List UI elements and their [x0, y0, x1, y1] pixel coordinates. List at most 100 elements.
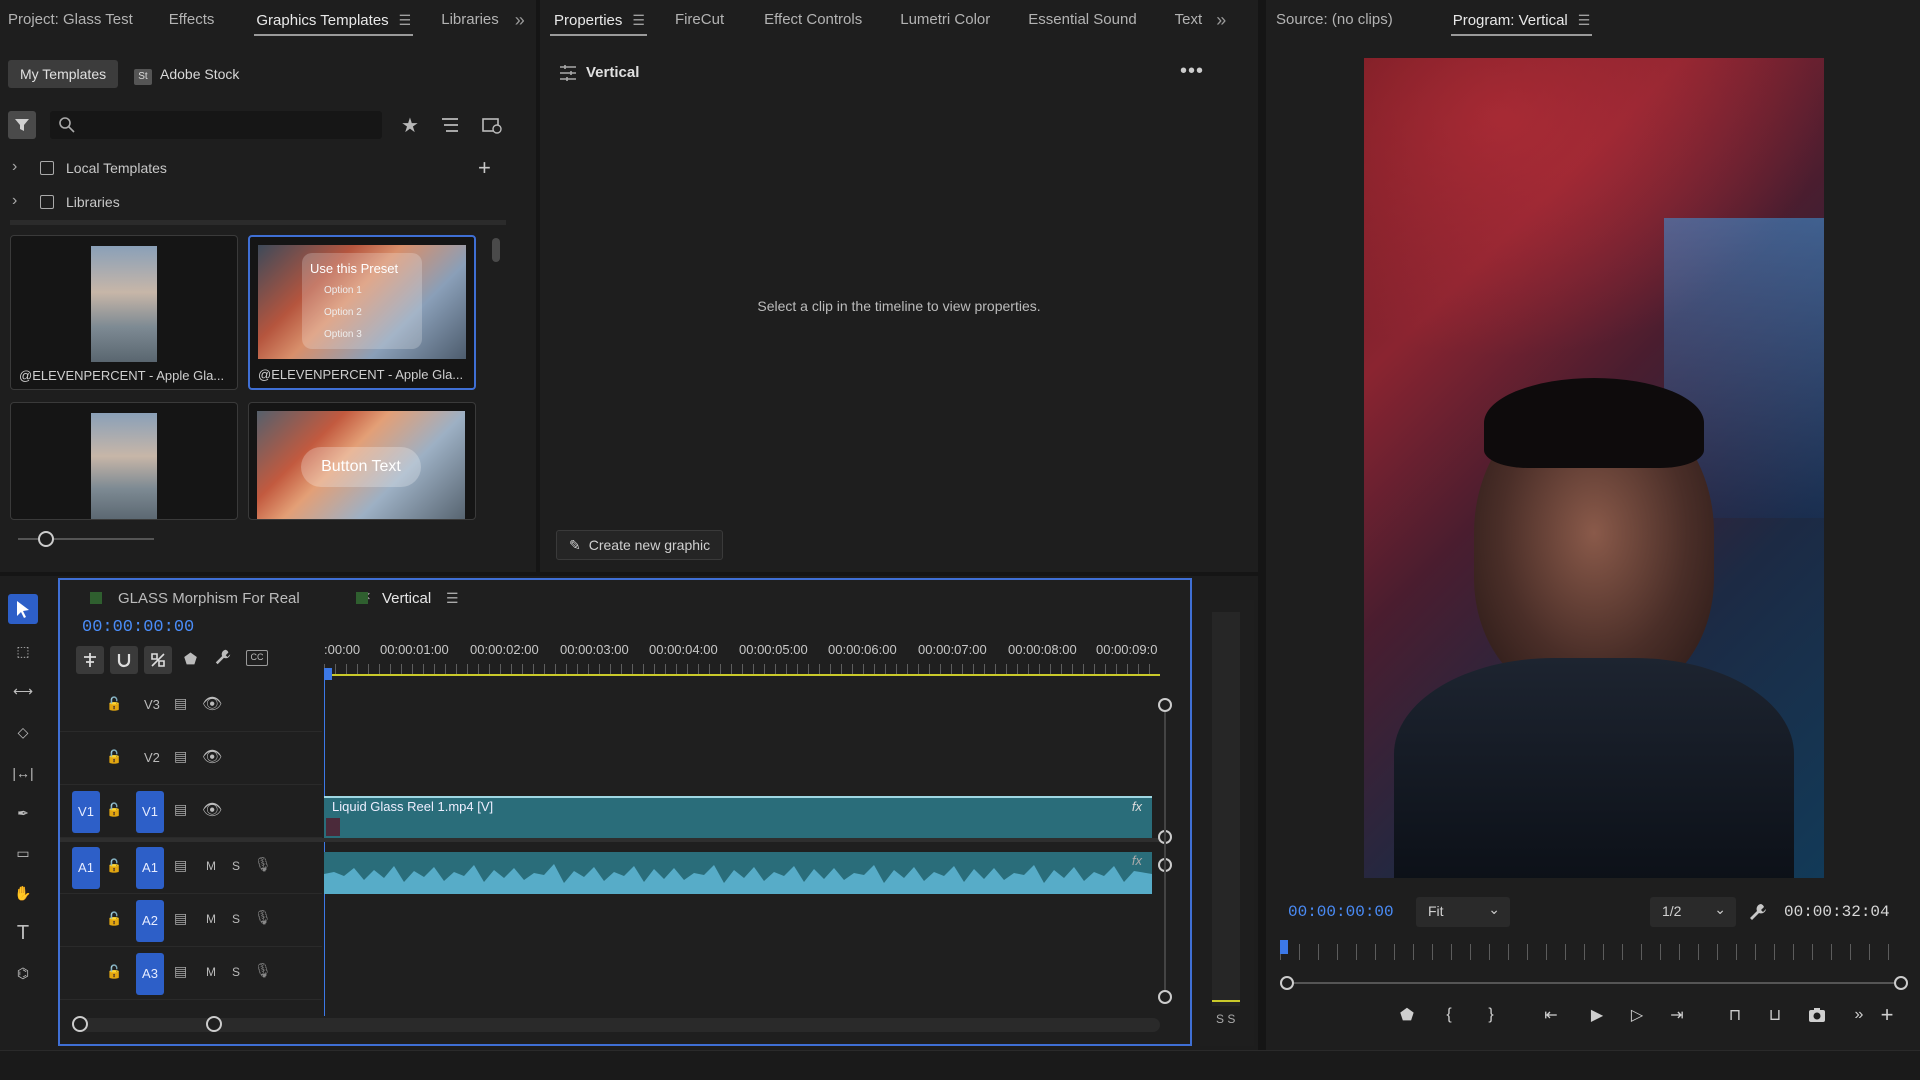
wrench-icon[interactable] — [1748, 902, 1768, 925]
play-icon[interactable]: ▶ — [1584, 1002, 1610, 1028]
add-icon[interactable]: + — [478, 155, 491, 181]
track-header-v3[interactable]: 🔓 V3 ▤ 👁 — [60, 680, 322, 732]
mark-out-icon[interactable]: } — [1478, 1002, 1504, 1028]
tree-item-local-templates[interactable]: › Local Templates + — [12, 155, 502, 181]
star-icon[interactable]: ★ — [396, 111, 424, 139]
sync-lock-icon[interactable]: ▤ — [174, 857, 187, 874]
solo-button[interactable]: S — [232, 859, 240, 873]
tab-text[interactable]: Text — [1163, 0, 1215, 40]
sync-lock-icon[interactable]: ▤ — [174, 910, 187, 927]
mute-button[interactable]: M — [206, 965, 216, 979]
eye-icon[interactable]: 👁 — [202, 800, 222, 820]
add-marker-icon[interactable]: ⬟ — [184, 650, 197, 668]
pen-tool-icon[interactable]: ✒ — [8, 798, 38, 828]
more-options-icon[interactable]: ••• — [1180, 60, 1204, 83]
track-header-v1[interactable]: V1 🔓 V1 ▤ 👁 — [60, 786, 322, 838]
button-editor-icon[interactable]: + — [1874, 1002, 1900, 1028]
track-header-a1[interactable]: A1 🔓 A1 ▤ M S 🎙 — [60, 842, 322, 894]
checkbox-icon[interactable] — [40, 195, 54, 209]
solo-button[interactable]: S — [232, 965, 240, 979]
mute-button[interactable]: M — [206, 912, 216, 926]
lock-icon[interactable]: 🔓 — [106, 964, 122, 980]
program-current-time[interactable]: 00:00:00:00 — [1288, 903, 1394, 921]
solo-button[interactable]: S — [232, 912, 240, 926]
panel-menu-icon[interactable]: ☰ — [446, 590, 459, 607]
template-card[interactable]: @ELEVENPERCENT - Apple Gla... — [10, 235, 238, 390]
eye-icon[interactable]: 👁 — [202, 747, 222, 767]
monitor-playhead[interactable] — [1280, 940, 1288, 954]
eye-icon[interactable]: 👁 — [202, 694, 222, 714]
microphone-icon[interactable]: 🎙 — [254, 962, 272, 979]
slip-tool-icon[interactable]: |↔| — [8, 758, 38, 788]
resolution-dropdown[interactable]: 1/2 ⌄ — [1650, 897, 1736, 927]
tab-source-monitor[interactable]: Source: (no clips) — [1266, 0, 1405, 40]
panel-divider[interactable] — [1258, 0, 1266, 1050]
zoom-handle-right[interactable] — [1894, 976, 1908, 990]
more-tabs-icon[interactable]: » — [1214, 0, 1228, 40]
tab-essential-sound[interactable]: Essential Sound — [1016, 0, 1148, 40]
rectangle-tool-icon[interactable]: ▭ — [8, 838, 38, 868]
chevron-right-icon[interactable]: › — [12, 192, 17, 210]
source-patch-v1[interactable]: V1 — [72, 791, 100, 833]
type-tool-icon[interactable]: T — [8, 918, 38, 948]
timeline-playhead[interactable] — [324, 668, 332, 680]
mark-in-icon[interactable]: { — [1436, 1002, 1462, 1028]
horizontal-zoom-bar[interactable] — [74, 1018, 1160, 1032]
lock-icon[interactable]: 🔓 — [106, 911, 122, 927]
ripple-edit-tool-icon[interactable]: ⟷ — [8, 676, 38, 706]
thumbnail-scrollbar[interactable] — [492, 238, 500, 262]
tab-lumetri-color[interactable]: Lumetri Color — [888, 0, 1002, 40]
hand-tool-icon[interactable]: ✋ — [8, 878, 38, 908]
microphone-icon[interactable]: 🎙 — [254, 856, 272, 873]
snap-icon[interactable] — [110, 646, 138, 674]
sync-lock-icon[interactable]: ▤ — [174, 748, 187, 765]
lock-icon[interactable]: 🔓 — [106, 858, 122, 874]
linked-selection-icon[interactable] — [144, 646, 172, 674]
add-marker-icon[interactable]: ⬟ — [1394, 1002, 1420, 1028]
chevron-right-icon[interactable]: › — [12, 158, 17, 176]
timeline-current-time[interactable]: 00:00:00:00 — [82, 618, 194, 637]
meter-solo-labels[interactable]: S S — [1216, 1012, 1235, 1026]
zoom-handle-right[interactable] — [206, 1016, 222, 1032]
tab-effect-controls[interactable]: Effect Controls — [752, 0, 874, 40]
go-to-in-icon[interactable]: ⇤ — [1538, 1002, 1564, 1028]
zoom-handle-left[interactable] — [1280, 976, 1294, 990]
filter-icon[interactable] — [8, 111, 36, 139]
video-clip[interactable]: Liquid Glass Reel 1.mp4 [V] fx — [324, 796, 1152, 838]
extract-icon[interactable]: ⊔ — [1762, 1002, 1788, 1028]
panel-menu-icon[interactable]: ☰ — [1578, 0, 1591, 40]
tab-properties[interactable]: Properties ☰ — [540, 0, 657, 40]
panel-menu-icon[interactable]: ☰ — [632, 0, 645, 40]
work-area-bar[interactable] — [324, 674, 1160, 676]
panel-menu-icon[interactable]: ☰ — [399, 0, 412, 40]
go-to-out-icon[interactable]: ⇥ — [1664, 1002, 1690, 1028]
generative-tool-icon[interactable]: ⌬ — [8, 958, 38, 988]
list-view-icon[interactable] — [436, 111, 464, 139]
zoom-handle-left[interactable] — [72, 1016, 88, 1032]
monitor-zoom-bar[interactable] — [1288, 982, 1896, 984]
captions-icon[interactable]: CC — [246, 650, 268, 666]
tab-firecut[interactable]: FireCut — [663, 0, 736, 40]
track-target-a2[interactable]: A2 — [136, 900, 164, 942]
track-target-v1[interactable]: V1 — [136, 791, 164, 833]
sync-lock-icon[interactable]: ▤ — [174, 695, 187, 712]
lock-icon[interactable]: 🔓 — [106, 802, 122, 818]
new-folder-icon[interactable] — [478, 111, 506, 139]
export-frame-icon[interactable] — [1804, 1002, 1830, 1028]
lock-icon[interactable]: 🔓 — [106, 749, 122, 765]
sync-lock-icon[interactable]: ▤ — [174, 801, 187, 818]
track-select-tool-icon[interactable]: ⬚ — [8, 636, 38, 666]
mute-button[interactable]: M — [206, 859, 216, 873]
scroll-handle[interactable] — [1158, 990, 1172, 1004]
scroll-handle[interactable] — [1158, 698, 1172, 712]
track-header-a2[interactable]: 🔓 A2 ▤ M S 🎙 — [60, 895, 322, 947]
step-forward-icon[interactable]: ▷ — [1624, 1002, 1650, 1028]
monitor-time-ruler[interactable] — [1280, 944, 1906, 960]
tree-item-libraries[interactable]: › Libraries — [12, 192, 312, 214]
fit-dropdown[interactable]: Fit ⌄ — [1416, 897, 1510, 927]
selection-tool-icon[interactable] — [8, 594, 38, 624]
tab-graphics-templates[interactable]: Graphics Templates ☰ — [244, 0, 423, 40]
razor-tool-icon[interactable]: ◇ — [8, 717, 38, 747]
program-video-frame[interactable] — [1364, 58, 1824, 878]
tab-effects[interactable]: Effects — [157, 0, 227, 40]
